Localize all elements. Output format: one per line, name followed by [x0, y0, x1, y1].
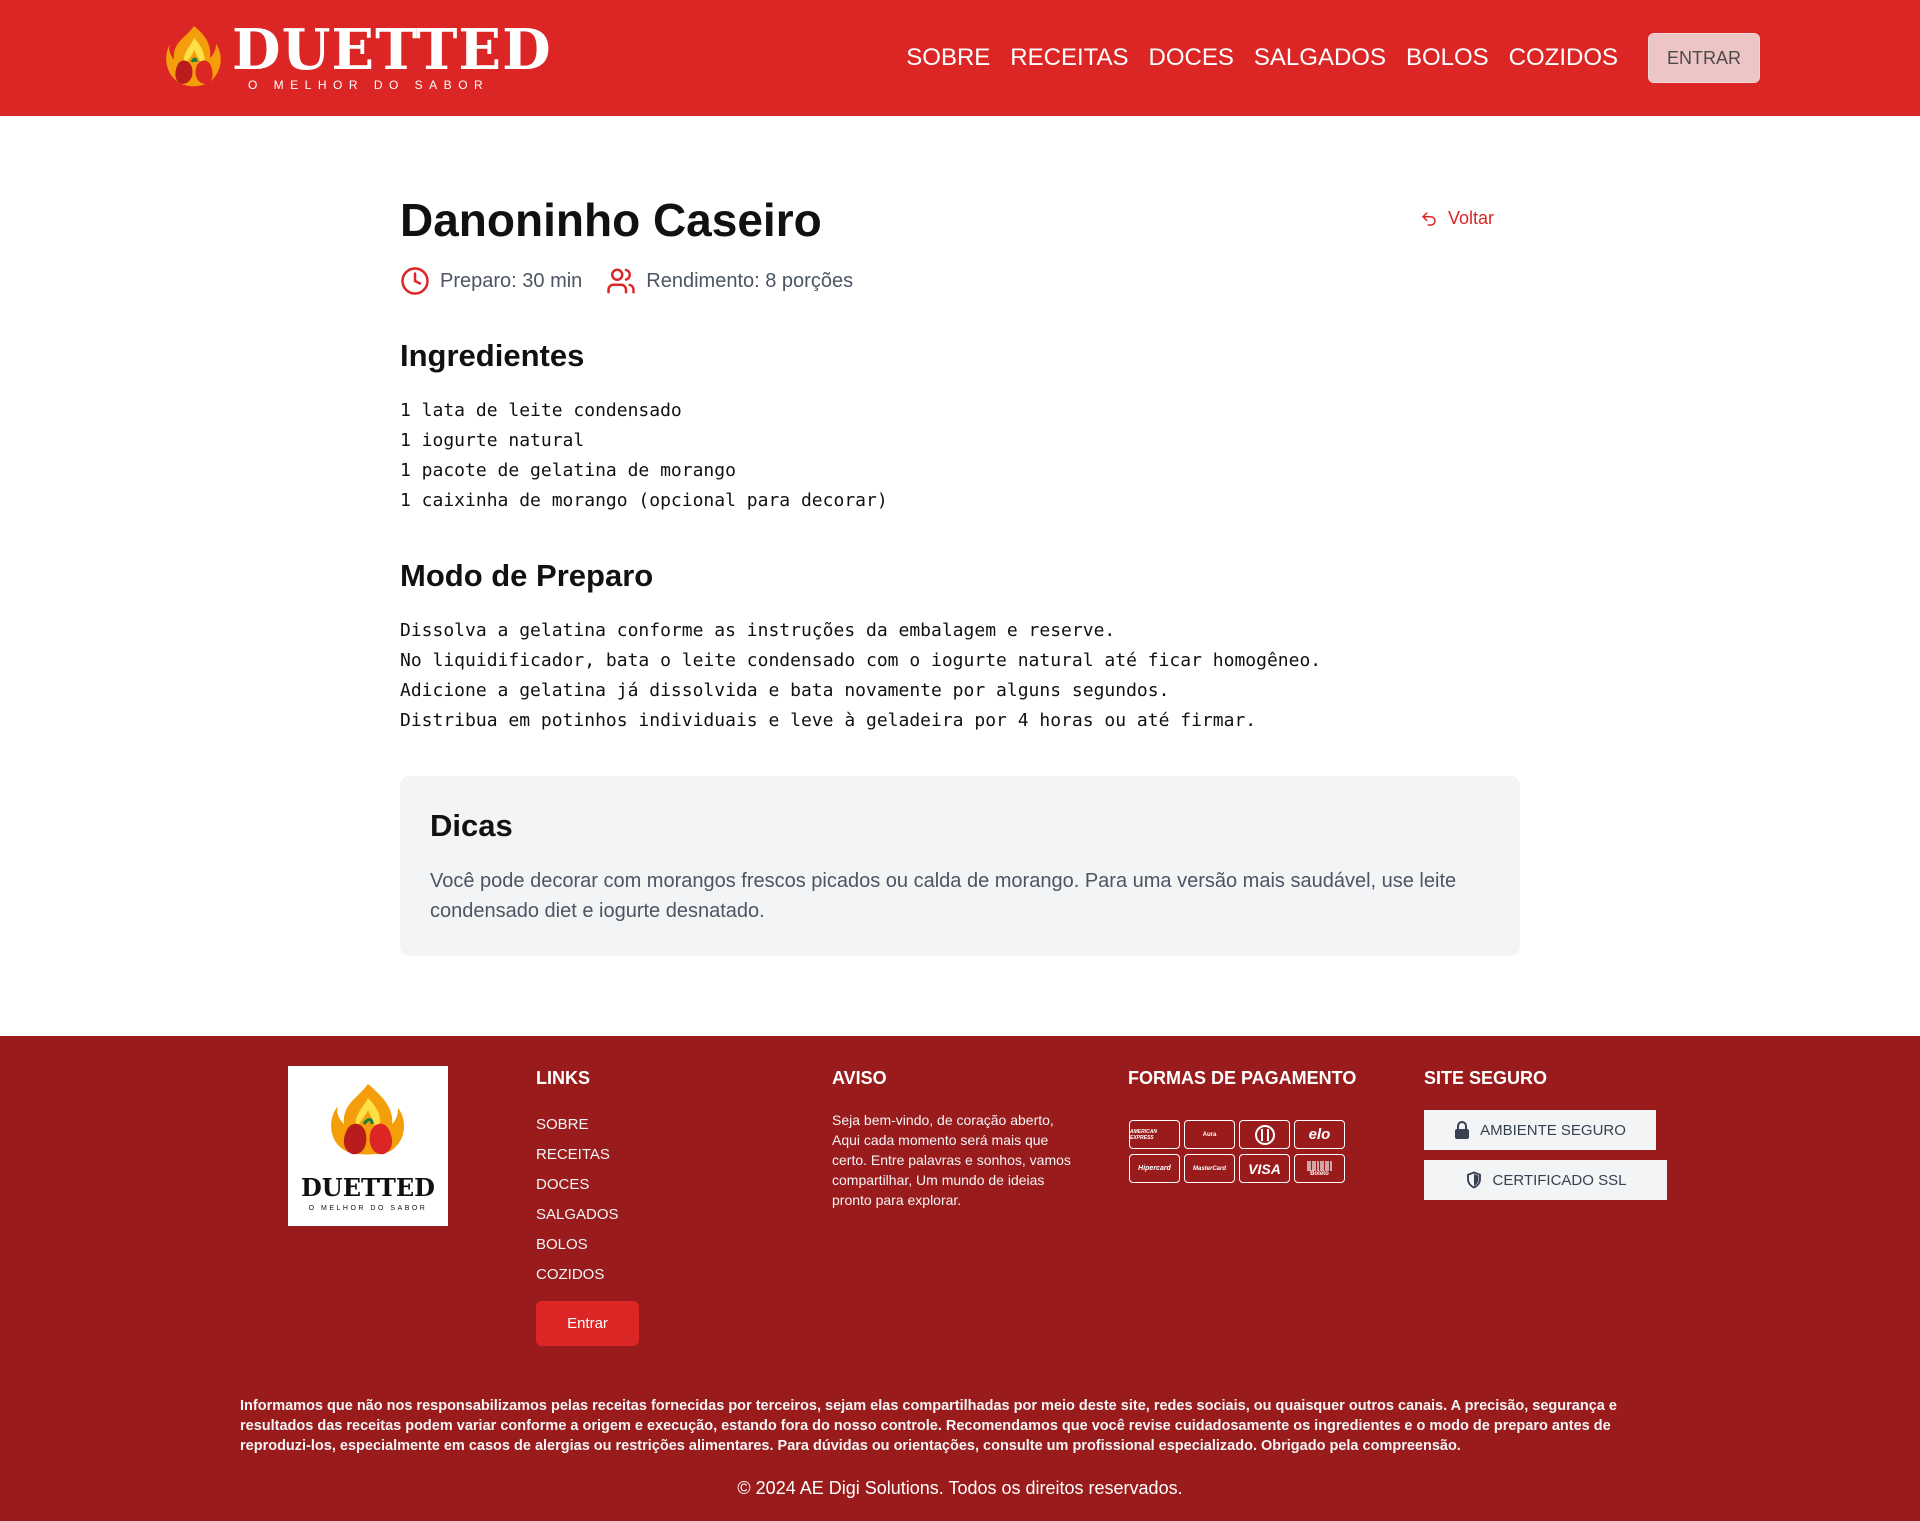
visa-card-icon: VISA	[1239, 1154, 1290, 1183]
nav-bolos[interactable]: BOLOS	[1406, 44, 1489, 72]
site-header: DUETTED O MELHOR DO SABOR SOBRE RECEITAS…	[0, 0, 1920, 116]
aura-card-icon: Aura	[1184, 1120, 1235, 1149]
ingredient-item: 1 caixinha de morango (opcional para dec…	[400, 490, 888, 511]
footer-logo[interactable]: DUETTED O MELHOR DO SABOR	[288, 1066, 448, 1226]
links-heading: LINKS	[536, 1068, 590, 1088]
diners-card-icon	[1239, 1120, 1290, 1149]
ssl-label: CERTIFICADO SSL	[1492, 1171, 1627, 1189]
copyright: © 2024 AE Digi Solutions. Todos os direi…	[737, 1478, 1183, 1498]
ingredient-item: 1 pacote de gelatina de morango	[400, 460, 736, 481]
notice-heading: AVISO	[832, 1068, 887, 1088]
method-step: Dissolva a gelatina conforme as instruçõ…	[400, 620, 1116, 641]
elo-card-icon: elo	[1294, 1120, 1345, 1149]
site-logo[interactable]: DUETTED O MELHOR DO SABOR	[164, 18, 551, 92]
nav-salgados[interactable]: SALGADOS	[1254, 44, 1386, 72]
recipe-title: Danoninho Caseiro	[400, 194, 822, 246]
ingredient-item: 1 iogurte natural	[400, 430, 585, 451]
clock-icon	[401, 267, 429, 295]
method-step: No liquidificador, bata o leite condensa…	[400, 650, 1322, 671]
nav-sobre[interactable]: SOBRE	[906, 44, 990, 72]
footer-logo-subtitle: O MELHOR DO SABOR	[309, 1205, 428, 1212]
ingredients-heading: Ingredientes	[400, 338, 585, 373]
yield: Rendimento: 8 porções	[606, 266, 853, 296]
prep-time-text: Preparo: 30 min	[440, 269, 583, 292]
hipercard-card-icon: Hipercard	[1129, 1154, 1180, 1183]
recipe-meta: Preparo: 30 min Rendimento: 8 porções	[400, 266, 877, 296]
footer-link-sobre[interactable]: SOBRE	[536, 1110, 619, 1140]
tips-heading: Dicas	[430, 808, 513, 843]
secure-env-badge: AMBIENTE SEGURO	[1424, 1110, 1656, 1150]
tips-box: Dicas Você pode decorar com morangos fre…	[400, 776, 1520, 956]
footer-link-doces[interactable]: DOCES	[536, 1170, 619, 1200]
footer-login-button[interactable]: Entrar	[536, 1301, 639, 1346]
back-label: Voltar	[1448, 208, 1495, 228]
footer-link-salgados[interactable]: SALGADOS	[536, 1200, 619, 1230]
lock-icon	[1455, 1121, 1470, 1139]
boleto-card-icon: Boleto	[1294, 1154, 1345, 1183]
nav-receitas[interactable]: RECEITAS	[1010, 44, 1128, 72]
site-footer: DUETTED O MELHOR DO SABOR LINKS SOBRE RE…	[0, 1036, 1920, 1521]
notice-text: Seja bem-vindo, de coração aberto, Aqui …	[832, 1112, 1071, 1208]
secure-heading: SITE SEGURO	[1424, 1068, 1548, 1088]
method-steps: Dissolva a gelatina conforme as instruçõ…	[400, 616, 1321, 736]
amex-card-icon: AMERICAN EXPRESS	[1129, 1120, 1180, 1149]
ssl-badge: CERTIFICADO SSL	[1424, 1160, 1667, 1200]
method-step: Adicione a gelatina já dissolvida e bata…	[400, 680, 1170, 701]
mastercard-card-icon: MasterCard	[1184, 1154, 1235, 1183]
payment-methods: AMERICAN EXPRESS Aura elo Hipercard Mast…	[1129, 1120, 1345, 1183]
method-step: Distribua em potinhos individuais e leve…	[400, 710, 1257, 731]
users-icon	[607, 268, 636, 294]
logo-title: DUETTED	[232, 17, 552, 83]
ingredient-item: 1 lata de leite condensado	[400, 400, 682, 421]
nav-cozidos[interactable]: COZIDOS	[1509, 44, 1618, 72]
chili-flame-icon	[166, 26, 221, 87]
prep-time: Preparo: 30 min	[400, 266, 582, 296]
tips-text: Você pode decorar com morangos frescos p…	[430, 870, 1457, 922]
footer-link-cozidos[interactable]: COZIDOS	[536, 1260, 619, 1290]
footer-links: SOBRE RECEITAS DOCES SALGADOS BOLOS COZI…	[536, 1110, 619, 1290]
shield-icon	[1466, 1171, 1481, 1189]
payment-heading: FORMAS DE PAGAMENTO	[1128, 1068, 1357, 1088]
secure-env-label: AMBIENTE SEGURO	[1480, 1121, 1626, 1139]
disclaimer-text: Informamos que não nos responsabilizamos…	[240, 1398, 1617, 1454]
nav-doces[interactable]: DOCES	[1149, 44, 1234, 72]
back-link[interactable]: Voltar	[1420, 208, 1494, 229]
yield-text: Rendimento: 8 porções	[646, 269, 854, 292]
ingredients-list: 1 lata de leite condensado 1 iogurte nat…	[400, 396, 888, 516]
undo-arrow-icon	[1422, 211, 1436, 226]
footer-link-bolos[interactable]: BOLOS	[536, 1230, 619, 1260]
login-button[interactable]: ENTRAR	[1648, 33, 1760, 83]
logo-subtitle: O MELHOR DO SABOR	[248, 78, 490, 92]
method-heading: Modo de Preparo	[400, 558, 654, 593]
footer-logo-title: DUETTED	[301, 1173, 435, 1202]
chili-flame-icon: DUETTED O MELHOR DO SABOR	[301, 1084, 435, 1212]
footer-link-receitas[interactable]: RECEITAS	[536, 1140, 619, 1170]
main-nav: SOBRE RECEITAS DOCES SALGADOS BOLOS COZI…	[886, 44, 1618, 72]
